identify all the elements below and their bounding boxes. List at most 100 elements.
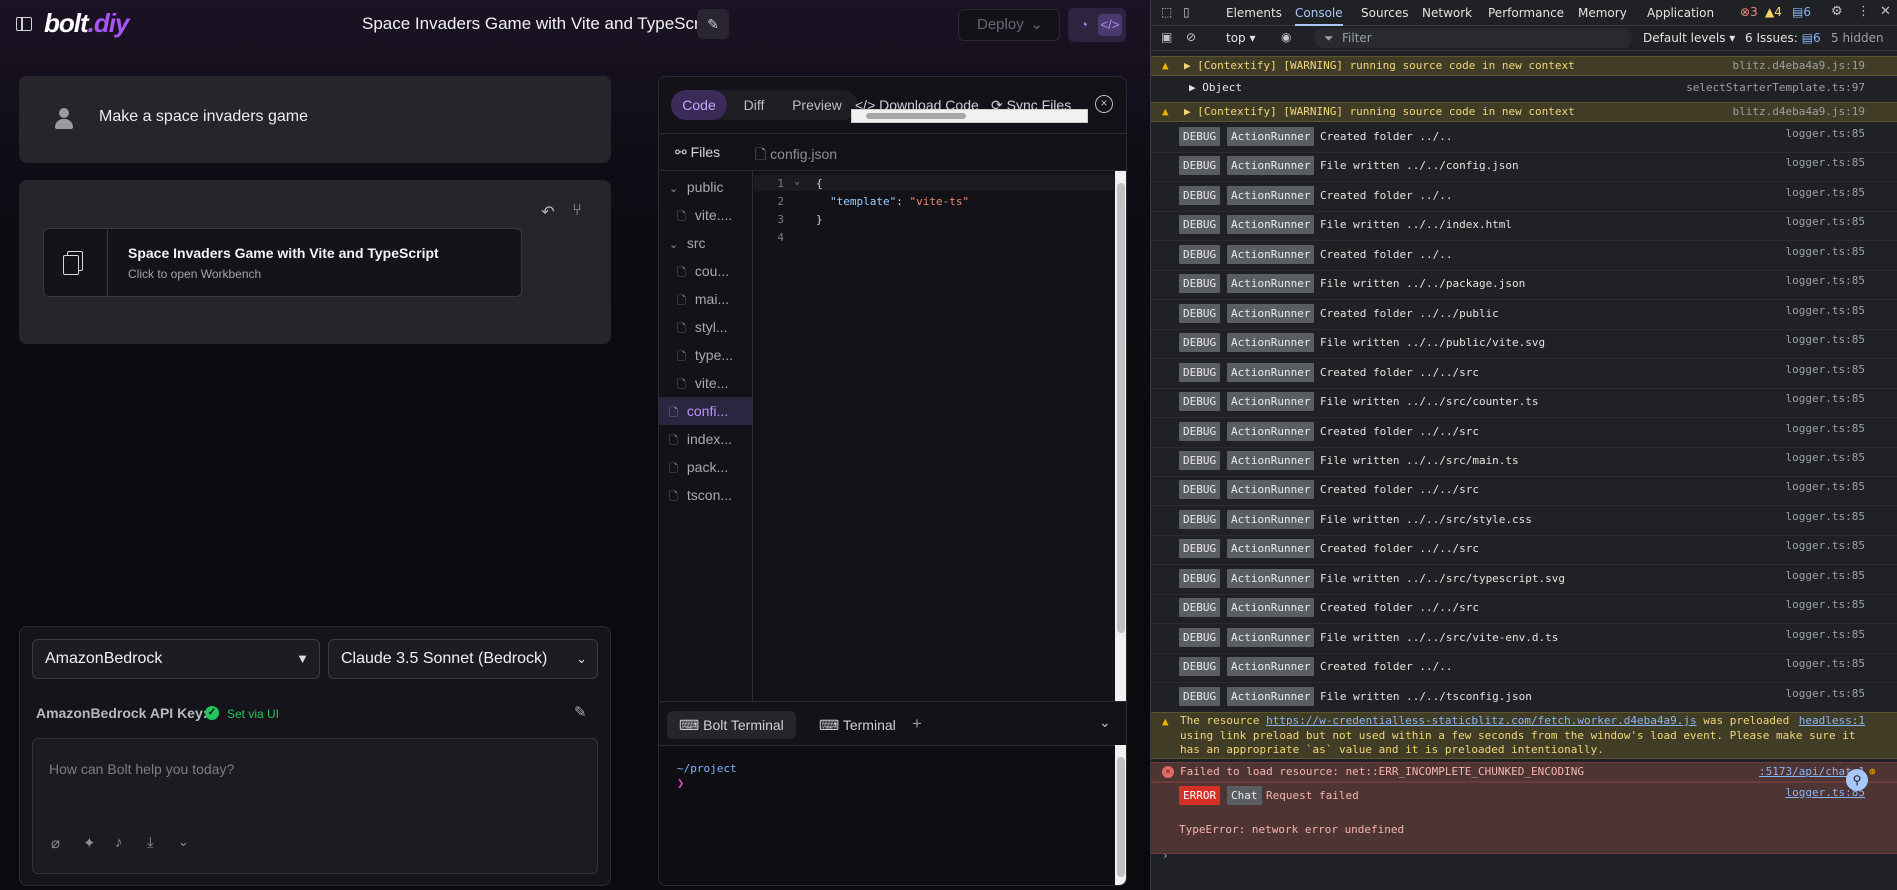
- fold-icon[interactable]: ⌄: [794, 176, 800, 187]
- console-warning-preload[interactable]: ▲ The resource https://w-credentialless-…: [1151, 712, 1897, 759]
- tab-performance[interactable]: Performance: [1488, 0, 1564, 26]
- clear-console-icon[interactable]: ⊘: [1186, 30, 1196, 44]
- issues-button[interactable]: 6 Issues: ▤6: [1745, 31, 1821, 45]
- provider-select[interactable]: AmazonBedrock ▼: [32, 639, 320, 679]
- chevron-down-icon[interactable]: ⌄: [178, 834, 189, 850]
- paperclip-icon[interactable]: ⌀: [51, 834, 60, 852]
- console-warning[interactable]: ▲ ▶ [Contextify] [WARNING] running sourc…: [1151, 56, 1897, 76]
- debug-log-row[interactable]: DEBUG ActionRunner File written ../../src/…: [1151, 566, 1897, 595]
- tab-elements[interactable]: Elements: [1226, 0, 1282, 26]
- debug-log-row[interactable]: DEBUG ActionRunner File written ../../src/…: [1151, 507, 1897, 536]
- tab-sources[interactable]: Sources: [1361, 0, 1408, 26]
- model-select[interactable]: Claude 3.5 Sonnet (Bedrock) ⌄: [328, 639, 598, 679]
- source-link[interactable]: logger.ts:85: [1786, 687, 1865, 700]
- source-link[interactable]: logger.ts:85: [1786, 510, 1865, 523]
- debug-log-row[interactable]: DEBUG ActionRunner File written ../../src/…: [1151, 448, 1897, 477]
- tab-network[interactable]: Network: [1422, 0, 1472, 26]
- source-link[interactable]: logger.ts:85: [1786, 304, 1865, 317]
- debug-log-row[interactable]: DEBUG ActionRunner Created folder ../../sr…: [1151, 477, 1897, 507]
- sidebar-icon[interactable]: ▣: [1161, 30, 1172, 44]
- source-link[interactable]: blitz.d4eba4a9.js:19: [1733, 103, 1865, 121]
- tree-file[interactable]: 🗋 type...: [659, 341, 752, 369]
- preload-url[interactable]: https://w-credentialless-staticblitz.com…: [1266, 714, 1696, 727]
- filter-input[interactable]: ⏷ Filter: [1314, 28, 1632, 48]
- editor-scrollbar[interactable]: [1115, 171, 1126, 701]
- console-error[interactable]: ✕ Failed to load resource: net::ERR_INCO…: [1151, 762, 1897, 782]
- debug-log-row[interactable]: DEBUG ActionRunner Created folder ../../sr…: [1151, 360, 1897, 389]
- debug-log-row[interactable]: DEBUG ActionRunner File written ../../publ…: [1151, 330, 1897, 360]
- tree-file[interactable]: 🗋 tscon...: [659, 481, 752, 509]
- tree-file[interactable]: 🗋 index...: [659, 425, 752, 453]
- terminal-scrollbar[interactable]: [1115, 745, 1126, 885]
- info-count[interactable]: ▤6: [1792, 5, 1811, 19]
- console-prompt[interactable]: ›: [1151, 846, 1897, 866]
- scrollbar-thumb[interactable]: [1117, 183, 1125, 633]
- chat-view-icon[interactable]: ◔: [1072, 14, 1096, 36]
- console-warning[interactable]: ▲ ▶ [Contextify] [WARNING] running sourc…: [1151, 102, 1897, 122]
- tree-file-active[interactable]: 🗋 confi...: [659, 397, 752, 425]
- tree-folder-src[interactable]: ⌄ src: [659, 229, 752, 257]
- object-text[interactable]: ▶ Object: [1189, 78, 1242, 98]
- floating-ai-icon[interactable]: ⚲: [1846, 769, 1868, 791]
- tree-file[interactable]: 🗋 styl...: [659, 313, 752, 341]
- fork-icon[interactable]: ⑂: [567, 202, 587, 222]
- debug-log-row[interactable]: DEBUG ActionRunner File written ../../inde…: [1151, 212, 1897, 242]
- tree-file[interactable]: 🗋 pack...: [659, 453, 752, 481]
- source-link[interactable]: logger.ts:85: [1786, 127, 1865, 140]
- artifact-card[interactable]: Space Invaders Game with Vite and TypeSc…: [43, 228, 522, 297]
- code-editor[interactable]: 1 2 3 4 ⌄ { "template": "vite-ts" }: [754, 171, 1114, 701]
- deploy-button[interactable]: Deploy ⌄: [958, 9, 1060, 41]
- debug-log-row[interactable]: DEBUG ActionRunner Created folder ../.. log…: [1151, 242, 1897, 271]
- error-count[interactable]: ⊗3: [1740, 5, 1758, 19]
- debug-log-row[interactable]: DEBUG ActionRunner File written ../../tsco…: [1151, 684, 1897, 713]
- prompt-textarea[interactable]: How can Bolt help you today? ⌀ ✦ ♪ ⤓ ⌄: [32, 738, 598, 874]
- source-link[interactable]: selectStarterTemplate.ts:97: [1686, 78, 1865, 98]
- sidebar-toggle-icon[interactable]: [16, 17, 32, 31]
- code-view-icon[interactable]: </>: [1098, 14, 1122, 36]
- console-object[interactable]: ▶ Object selectStarterTemplate.ts:97: [1151, 78, 1897, 100]
- tab-terminal[interactable]: ⌨ Terminal: [807, 711, 908, 739]
- source-link[interactable]: headless:1: [1799, 714, 1865, 728]
- debug-log-row[interactable]: DEBUG ActionRunner Created folder ../.. log…: [1151, 124, 1897, 153]
- tab-application[interactable]: Application: [1647, 0, 1714, 26]
- scrollbar-thumb[interactable]: [1117, 757, 1125, 877]
- tab-bolt-terminal[interactable]: ⌨ Bolt Terminal: [667, 711, 796, 739]
- source-link[interactable]: logger.ts:85: [1786, 480, 1865, 493]
- chevron-down-icon[interactable]: ⌄: [1099, 714, 1111, 731]
- tree-file[interactable]: 🗋 vite....: [659, 201, 752, 229]
- tree-file[interactable]: 🗋 cou...: [659, 257, 752, 285]
- debug-log-row[interactable]: DEBUG ActionRunner Created folder ../../sr…: [1151, 419, 1897, 448]
- debug-log-row[interactable]: DEBUG ActionRunner Created folder ../../sr…: [1151, 595, 1897, 625]
- logo[interactable]: bolt.diy: [44, 8, 129, 39]
- more-options-icon[interactable]: ⋮: [1857, 4, 1870, 19]
- log-levels-select[interactable]: Default levels ▾: [1643, 31, 1735, 45]
- source-link[interactable]: logger.ts:85: [1786, 363, 1865, 376]
- sparkle-icon[interactable]: ✦: [83, 834, 96, 852]
- source-link[interactable]: logger.ts:85: [1786, 274, 1865, 287]
- source-link[interactable]: logger.ts:85: [1786, 539, 1865, 552]
- tab-code[interactable]: Code: [671, 90, 727, 120]
- source-link[interactable]: logger.ts:85: [1786, 628, 1865, 641]
- terminal-output[interactable]: ~/project ❯: [659, 745, 1126, 885]
- settings-gear-icon[interactable]: ⚙: [1831, 4, 1843, 19]
- debug-log-row[interactable]: DEBUG ActionRunner File written ../../src/…: [1151, 625, 1897, 654]
- tab-console[interactable]: Console: [1295, 0, 1343, 26]
- microphone-icon[interactable]: ♪: [115, 834, 123, 851]
- source-link[interactable]: logger.ts:85: [1786, 569, 1865, 582]
- debug-log-row[interactable]: DEBUG ActionRunner Created folder ../.. log…: [1151, 183, 1897, 212]
- tab-memory[interactable]: Memory: [1578, 0, 1627, 26]
- source-link[interactable]: logger.ts:85: [1786, 657, 1865, 670]
- open-file-tab[interactable]: 🗋 config.json: [755, 144, 837, 168]
- edit-api-key-icon[interactable]: ✎: [574, 703, 587, 721]
- inspect-icon[interactable]: ⬚: [1161, 5, 1172, 19]
- close-icon[interactable]: ×: [1095, 95, 1113, 113]
- source-link[interactable]: logger.ts:85: [1786, 333, 1865, 346]
- download-icon[interactable]: ⤓: [147, 834, 154, 851]
- debug-log-row[interactable]: DEBUG ActionRunner Created folder ../.. log…: [1151, 654, 1897, 684]
- source-link[interactable]: blitz.d4eba4a9.js:19: [1733, 57, 1865, 75]
- debug-log-row[interactable]: DEBUG ActionRunner File written ../../conf…: [1151, 153, 1897, 183]
- eye-icon[interactable]: ◉: [1281, 30, 1291, 44]
- context-select[interactable]: top ▾: [1226, 31, 1256, 45]
- undo-icon[interactable]: ↶: [538, 202, 558, 222]
- source-link[interactable]: logger.ts:85: [1786, 156, 1865, 169]
